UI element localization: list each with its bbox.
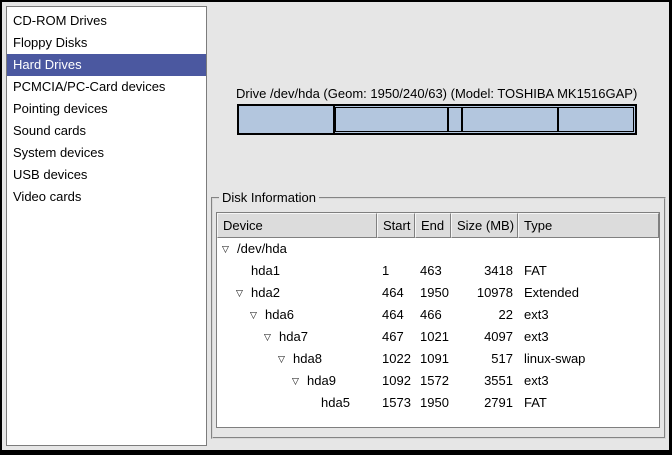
sidebar-item-usb-devices[interactable]: USB devices — [7, 164, 206, 186]
device-cell: ▽hda8 — [217, 348, 377, 370]
type-cell — [518, 238, 659, 260]
partition-segment-hda7 — [337, 108, 448, 131]
column-header-end[interactable]: End — [415, 213, 451, 238]
disk-row-hda5[interactable]: hda5 157319502791FAT — [217, 392, 659, 414]
table-body: ▽/dev/hdahda114633418FAT▽hda246419501097… — [217, 238, 659, 427]
sidebar-item-sound-cards[interactable]: Sound cards — [7, 120, 206, 142]
end-cell: 1091 — [415, 348, 451, 370]
tree-indent — [217, 370, 290, 392]
type-cell: FAT — [518, 392, 659, 414]
device-name: hda6 — [265, 304, 294, 326]
start-cell: 1092 — [377, 370, 415, 392]
start-cell: 1 — [377, 260, 415, 282]
disk-row-hda9[interactable]: ▽hda9109215723551ext3 — [217, 370, 659, 392]
column-header-start[interactable]: Start — [377, 213, 415, 238]
partition-segment-hda9 — [461, 108, 557, 131]
disk-row-hda8[interactable]: ▽hda810221091517linux-swap — [217, 348, 659, 370]
sidebar-item-system-devices[interactable]: System devices — [7, 142, 206, 164]
expander-open-icon[interactable]: ▽ — [248, 304, 265, 326]
type-cell: Extended — [518, 282, 659, 304]
tree-indent — [217, 348, 276, 370]
sidebar-item-floppy-disks[interactable]: Floppy Disks — [7, 32, 206, 54]
expander-open-icon[interactable]: ▽ — [262, 326, 279, 348]
start-cell: 467 — [377, 326, 415, 348]
start-cell: 464 — [377, 282, 415, 304]
column-header-type[interactable]: Type — [518, 213, 659, 238]
partition-segment-hda1 — [239, 106, 333, 133]
end-cell: 463 — [415, 260, 451, 282]
expander-open-icon[interactable]: ▽ — [234, 282, 251, 304]
sidebar-item-pcmcia-pc-card-devices[interactable]: PCMCIA/PC-Card devices — [7, 76, 206, 98]
sidebar-item-hard-drives[interactable]: Hard Drives — [7, 54, 206, 76]
end-cell: 1021 — [415, 326, 451, 348]
sidebar-item-pointing-devices[interactable]: Pointing devices — [7, 98, 206, 120]
expander-open-icon[interactable]: ▽ — [220, 238, 237, 260]
size-cell: 517 — [451, 348, 518, 370]
start-cell: 1573 — [377, 392, 415, 414]
size-cell: 3418 — [451, 260, 518, 282]
sidebar-item-cd-rom-drives[interactable]: CD-ROM Drives — [7, 10, 206, 32]
size-cell — [451, 238, 518, 260]
partition-segment-hda5 — [557, 108, 632, 131]
tree-indent — [217, 304, 248, 326]
expander-open-icon[interactable]: ▽ — [276, 348, 293, 370]
device-cell: ▽hda6 — [217, 304, 377, 326]
device-name: hda2 — [251, 282, 280, 304]
size-cell: 10978 — [451, 282, 518, 304]
partition-segment-hda2 — [333, 106, 635, 133]
table-header-row: DeviceStartEndSize (MB)Type — [217, 213, 659, 238]
disk-row-dev-hda[interactable]: ▽/dev/hda — [217, 238, 659, 260]
device-name: hda1 — [251, 260, 280, 282]
partition-segment-hda8 — [447, 108, 461, 131]
size-cell: 2791 — [451, 392, 518, 414]
start-cell: 1022 — [377, 348, 415, 370]
tree-indent — [217, 282, 234, 304]
partition-bar — [237, 104, 637, 135]
disk-row-hda7[interactable]: ▽hda746710214097ext3 — [217, 326, 659, 348]
tree-indent — [217, 392, 304, 414]
start-cell: 464 — [377, 304, 415, 326]
start-cell — [377, 238, 415, 260]
disk-row-hda1[interactable]: hda1 14633418FAT — [217, 260, 659, 282]
device-category-list: CD-ROM DrivesFloppy DisksHard DrivesPCMC… — [6, 6, 207, 446]
drive-info-label: Drive /dev/hda (Geom: 1950/240/63) (Mode… — [236, 86, 637, 101]
size-cell: 22 — [451, 304, 518, 326]
device-name: hda9 — [307, 370, 336, 392]
disk-information-frame: Disk Information DeviceStartEndSize (MB)… — [211, 197, 666, 439]
device-cell: hda5 — [217, 392, 377, 414]
type-cell: ext3 — [518, 370, 659, 392]
device-name: hda5 — [321, 392, 350, 414]
extended-partition-inner — [335, 107, 634, 132]
type-cell: ext3 — [518, 304, 659, 326]
device-cell: ▽hda9 — [217, 370, 377, 392]
device-cell: ▽hda7 — [217, 326, 377, 348]
device-cell: ▽/dev/hda — [217, 238, 377, 260]
device-name: hda8 — [293, 348, 322, 370]
disk-info-table: DeviceStartEndSize (MB)Type ▽/dev/hdahda… — [216, 212, 660, 428]
type-cell: linux-swap — [518, 348, 659, 370]
device-name: hda7 — [279, 326, 308, 348]
tree-indent — [217, 260, 234, 282]
type-cell: ext3 — [518, 326, 659, 348]
disk-information-label: Disk Information — [219, 190, 319, 206]
hardware-browser-window: CD-ROM DrivesFloppy DisksHard DrivesPCMC… — [0, 0, 672, 455]
type-cell: FAT — [518, 260, 659, 282]
end-cell: 1950 — [415, 392, 451, 414]
expander-open-icon[interactable]: ▽ — [290, 370, 307, 392]
disk-row-hda2[interactable]: ▽hda2464195010978Extended — [217, 282, 659, 304]
device-name: /dev/hda — [237, 238, 287, 260]
end-cell — [415, 238, 451, 260]
size-cell: 4097 — [451, 326, 518, 348]
tree-indent — [217, 326, 262, 348]
end-cell: 1950 — [415, 282, 451, 304]
column-header-device[interactable]: Device — [217, 213, 377, 238]
size-cell: 3551 — [451, 370, 518, 392]
device-cell: hda1 — [217, 260, 377, 282]
disk-row-hda6[interactable]: ▽hda646446622ext3 — [217, 304, 659, 326]
end-cell: 466 — [415, 304, 451, 326]
device-cell: ▽hda2 — [217, 282, 377, 304]
column-header-size-mb[interactable]: Size (MB) — [451, 213, 518, 238]
sidebar-item-video-cards[interactable]: Video cards — [7, 186, 206, 208]
end-cell: 1572 — [415, 370, 451, 392]
